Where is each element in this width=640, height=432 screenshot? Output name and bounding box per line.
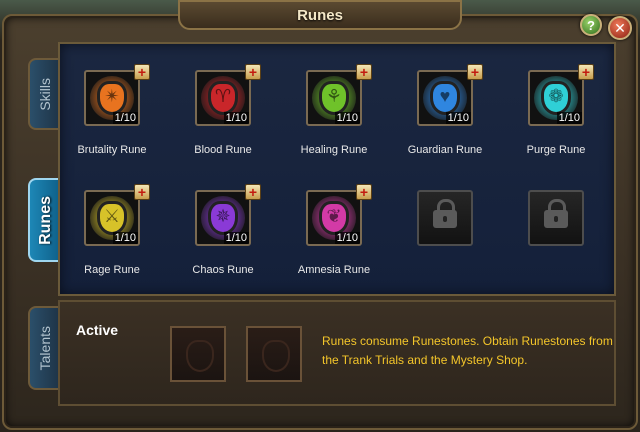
- rune-card[interactable]: ✵ 1/10 + Chaos Rune: [167, 184, 279, 310]
- rune-card[interactable]: ♥ 1/10 + Guardian Rune: [389, 64, 501, 190]
- amnesia-rune-icon: ❦ 1/10: [306, 190, 362, 246]
- active-rune-slot[interactable]: [246, 326, 302, 382]
- rune-card[interactable]: ❁ 1/10 + Purge Rune: [500, 64, 612, 190]
- rune-card[interactable]: ⚔ 1/10 + Rage Rune: [56, 184, 168, 310]
- rune-card[interactable]: ✴ 1/10 + Brutality Rune: [56, 64, 168, 190]
- locked-slot: [417, 190, 473, 246]
- empty-rune-slot-icon: [186, 340, 214, 372]
- add-rune-button[interactable]: +: [356, 64, 372, 80]
- rune-count: 1/10: [334, 112, 360, 124]
- lock-icon: [433, 199, 457, 228]
- blood-rune-icon: ♈ 1/10: [195, 70, 251, 126]
- close-button[interactable]: ✕: [608, 16, 632, 40]
- rune-count: 1/10: [223, 112, 249, 124]
- purge-rune-icon: ❁ 1/10: [528, 70, 584, 126]
- rune-count: 1/10: [112, 112, 138, 124]
- add-rune-button[interactable]: +: [134, 64, 150, 80]
- brutality-rune-icon: ✴ 1/10: [84, 70, 140, 126]
- active-rune-slot[interactable]: [170, 326, 226, 382]
- add-rune-button[interactable]: +: [578, 64, 594, 80]
- rune-count: 1/10: [445, 112, 471, 124]
- rune-count: 1/10: [334, 232, 360, 244]
- lock-icon: [544, 199, 568, 228]
- tab-talents[interactable]: Talents: [28, 306, 60, 390]
- runestone-info-text: Runes consume Runestones. Obtain Runesto…: [322, 334, 613, 367]
- rune-name: Purge Rune: [526, 144, 586, 156]
- tab-runes-label: Runes: [37, 195, 54, 245]
- close-icon: ✕: [614, 19, 626, 36]
- rune-name: Amnesia Rune: [297, 264, 371, 276]
- window-title: Runes: [178, 0, 462, 30]
- rune-name: Chaos Rune: [192, 264, 254, 276]
- empty-rune-slot-icon: [262, 340, 290, 372]
- help-button[interactable]: ?: [580, 14, 602, 36]
- rune-count: 1/10: [556, 112, 582, 124]
- rune-name: Healing Rune: [300, 144, 368, 156]
- healing-rune-icon: ⚘ 1/10: [306, 70, 362, 126]
- add-rune-button[interactable]: +: [134, 184, 150, 200]
- rune-count: 1/10: [112, 232, 138, 244]
- rune-card[interactable]: ⚘ 1/10 + Healing Rune: [278, 64, 390, 190]
- active-label: Active: [76, 322, 119, 338]
- tab-skills-label: Skills: [37, 77, 53, 111]
- rune-card[interactable]: ❦ 1/10 + Amnesia Rune: [278, 184, 390, 310]
- rune-count: 1/10: [223, 232, 249, 244]
- add-rune-button[interactable]: +: [245, 184, 261, 200]
- add-rune-button[interactable]: +: [245, 64, 261, 80]
- window-title-text: Runes: [297, 6, 343, 24]
- help-icon: ?: [587, 17, 595, 33]
- tab-talents-label: Talents: [37, 325, 53, 371]
- add-rune-button[interactable]: +: [356, 184, 372, 200]
- add-rune-button[interactable]: +: [467, 64, 483, 80]
- guardian-rune-icon: ♥ 1/10: [417, 70, 473, 126]
- active-runes-panel: Active Runes consume Runestones. Obtain …: [58, 300, 616, 406]
- locked-rune-slot[interactable]: [500, 190, 612, 310]
- chaos-rune-icon: ✵ 1/10: [195, 190, 251, 246]
- rune-card[interactable]: ♈ 1/10 + Blood Rune: [167, 64, 279, 190]
- rune-name: Rage Rune: [84, 264, 140, 276]
- rune-name: Blood Rune: [194, 144, 252, 156]
- rune-name: Guardian Rune: [407, 144, 483, 156]
- locked-rune-slot[interactable]: [389, 190, 501, 310]
- locked-slot: [528, 190, 584, 246]
- rune-name: Brutality Rune: [77, 144, 147, 156]
- rage-rune-icon: ⚔ 1/10: [84, 190, 140, 246]
